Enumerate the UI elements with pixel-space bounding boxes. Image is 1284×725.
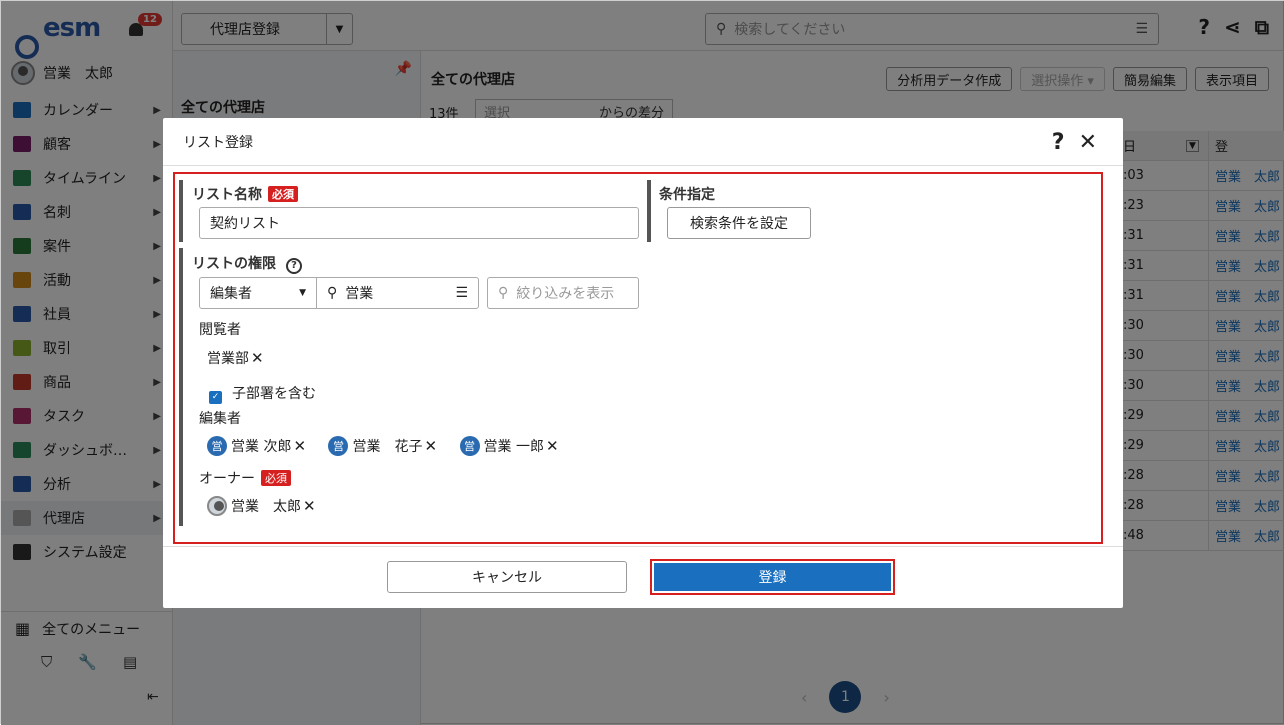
include-sub-checkbox[interactable]: ✓ 子部署を含む <box>209 383 316 404</box>
list-name-section <box>179 180 183 242</box>
permission-label: リストの権限? <box>192 253 302 274</box>
editor-chip: 営営業 次郎 ✕ <box>207 436 306 456</box>
list-name-input[interactable]: 契約リスト <box>199 207 639 239</box>
dialog-title: リスト登録 <box>183 134 253 151</box>
editor-list: 営営業 次郎 ✕ 営営業 花子 ✕ 営営業 一郎 ✕ <box>207 436 577 456</box>
viewer-label: 閲覧者 <box>199 322 241 338</box>
role-select-value: 編集者 <box>210 286 252 302</box>
filter-display-input[interactable]: ⚲ 絞り込みを表示 <box>487 277 639 309</box>
owner-avatar <box>207 496 227 516</box>
include-sub-label: 子部署を含む <box>232 386 316 402</box>
user-search-value: 営業 <box>345 286 374 302</box>
dialog-header: リスト登録 ? ✕ <box>163 118 1123 166</box>
list-name-value: 契約リスト <box>210 216 280 232</box>
editor-name: 営業 花子 <box>352 439 423 455</box>
user-initial-icon: 営 <box>207 436 227 456</box>
remove-icon[interactable]: ✕ <box>424 437 437 455</box>
filter-icon[interactable]: ☰ <box>455 285 468 301</box>
owner-label: オーナー 必須 <box>199 468 291 488</box>
checkbox-checked-icon[interactable]: ✓ <box>209 391 222 404</box>
required-badge: 必須 <box>268 186 298 202</box>
condition-label: 条件指定 <box>659 187 715 203</box>
viewer-dept-name: 営業部 <box>207 351 249 367</box>
condition-section <box>647 180 651 242</box>
role-select[interactable]: 編集者 ▼ <box>199 277 317 309</box>
user-search-input[interactable]: ⚲ 営業 ☰ <box>316 277 479 309</box>
app-window: eesm 12 営業 太郎 カレンダー▶顧客▶タイムライン▶名刺▶案件▶活動▶社… <box>0 0 1284 725</box>
user-initial-icon: 営 <box>459 436 480 456</box>
editor-name: 営業 一郎 <box>483 439 544 455</box>
required-badge: 必須 <box>261 470 291 486</box>
editor-name: 営業 次郎 <box>231 439 292 455</box>
editor-label: 編集者 <box>199 411 241 427</box>
cancel-button[interactable]: キャンセル <box>387 561 627 593</box>
remove-icon[interactable]: ✕ <box>546 437 559 455</box>
viewer-dept-chip: 営業部 ✕ <box>207 348 264 368</box>
list-name-label: リスト名称 必須 <box>192 184 298 204</box>
close-icon[interactable]: ✕ <box>1079 130 1097 155</box>
help-icon[interactable]: ? <box>1052 130 1065 155</box>
filter-placeholder: 絞り込みを表示 <box>516 286 615 302</box>
caret-down-icon: ▼ <box>299 288 306 298</box>
search-icon: ⚲ <box>498 285 509 301</box>
dialog-footer <box>163 546 1123 608</box>
register-button[interactable]: 登録 <box>654 563 891 591</box>
permission-section <box>179 248 183 526</box>
remove-icon[interactable]: ✕ <box>293 437 306 455</box>
remove-icon[interactable]: ✕ <box>251 349 264 367</box>
help-circle-icon[interactable]: ? <box>286 258 302 274</box>
set-search-condition-button[interactable]: 検索条件を設定 <box>667 207 811 239</box>
owner-name: 営業 太郎 <box>231 499 301 515</box>
owner-chip: 営業 太郎 ✕ <box>207 496 316 516</box>
editor-chip: 営営業 一郎 ✕ <box>459 436 559 456</box>
editor-chip: 営営業 花子 ✕ <box>328 436 437 456</box>
submit-highlight: 登録 <box>650 559 895 595</box>
search-icon: ⚲ <box>327 285 338 301</box>
remove-icon[interactable]: ✕ <box>303 497 316 515</box>
user-initial-icon: 営 <box>328 436 349 456</box>
list-register-dialog: リスト登録 ? ✕ リスト名称 必須 契約リスト 条件指定 検索条件を設定 リスト… <box>163 118 1123 608</box>
